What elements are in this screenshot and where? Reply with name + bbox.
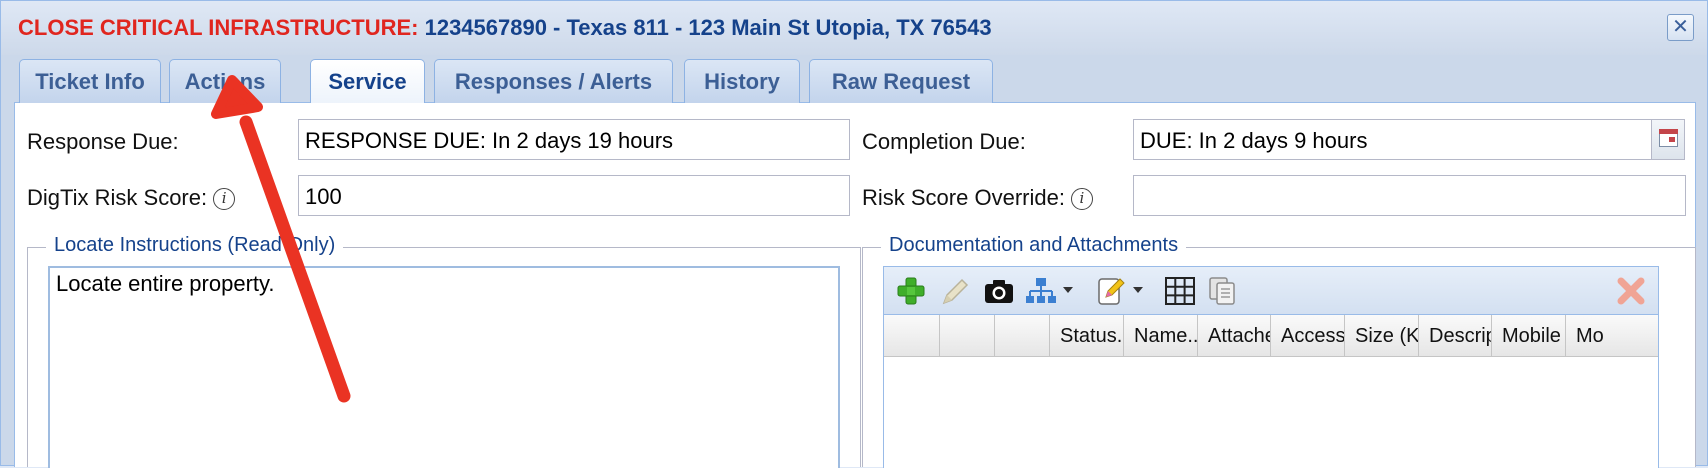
column-header-mo[interactable]: Mo [1566, 315, 1606, 357]
column-header[interactable] [884, 315, 940, 357]
column-header-access[interactable]: Access [1271, 315, 1345, 357]
column-header-description[interactable]: Descrip [1419, 315, 1492, 357]
attachments-grid-header: Status.. Name.. Attache Access Size (K D… [884, 315, 1658, 357]
risk-score-field[interactable]: 100 [298, 175, 850, 216]
grid-icon[interactable] [1163, 275, 1197, 307]
tab-actions[interactable]: Actions [169, 59, 281, 103]
completion-due-value: DUE: In 2 days 9 hours [1140, 128, 1368, 153]
risk-override-label: Risk Score Override: i [862, 185, 1093, 211]
info-icon[interactable]: i [1070, 188, 1093, 210]
documentation-fieldset: Documentation and Attachments Status.. N… [862, 234, 1696, 468]
column-header-name[interactable]: Name.. [1124, 315, 1198, 357]
column-header-mobile[interactable]: Mobile [1492, 315, 1566, 357]
documentation-legend: Documentation and Attachments [881, 234, 1187, 257]
calendar-icon [1659, 129, 1678, 147]
column-header[interactable] [940, 315, 995, 357]
copy-icon[interactable] [1206, 275, 1240, 307]
locate-instructions-textarea[interactable]: Locate entire property. [48, 266, 840, 468]
title-ticket-details: 1234567890 - Texas 811 - 123 Main St Uto… [424, 15, 992, 40]
attachments-toolbar [884, 267, 1658, 315]
close-icon[interactable]: ✕ [1667, 14, 1694, 41]
risk-score-label-text: DigTix Risk Score: [27, 185, 208, 210]
note-icon[interactable] [1093, 275, 1127, 307]
response-due-label: Response Due: [27, 129, 179, 154]
hierarchy-dropdown-caret[interactable] [1063, 287, 1073, 293]
window-title: CLOSE CRITICAL INFRASTRUCTURE: 123456789… [18, 15, 992, 41]
tab-ticket-info[interactable]: Ticket Info [19, 59, 161, 103]
completion-due-label: Completion Due: [862, 129, 1026, 154]
edit-icon[interactable] [938, 275, 972, 307]
risk-score-label: DigTix Risk Score: i [27, 185, 236, 211]
risk-override-label-text: Risk Score Override: [862, 185, 1065, 210]
risk-override-input[interactable] [1133, 175, 1686, 216]
add-icon[interactable] [894, 275, 928, 307]
note-dropdown-caret[interactable] [1133, 287, 1143, 293]
camera-icon[interactable] [982, 275, 1016, 307]
calendar-button[interactable] [1651, 120, 1684, 159]
info-icon[interactable]: i [213, 188, 236, 210]
column-header-status[interactable]: Status.. [1050, 315, 1124, 357]
completion-due-field[interactable]: DUE: In 2 days 9 hours [1133, 119, 1685, 160]
column-header[interactable] [995, 315, 1050, 357]
tab-raw-request[interactable]: Raw Request [809, 59, 993, 103]
tab-strip: Ticket Info Actions Service Responses / … [14, 59, 1696, 104]
title-alert: CLOSE CRITICAL INFRASTRUCTURE: [18, 15, 419, 40]
column-header-size[interactable]: Size (K [1345, 315, 1419, 357]
tab-service[interactable]: Service [310, 59, 425, 104]
column-header-attached[interactable]: Attache [1198, 315, 1271, 357]
delete-icon[interactable] [1614, 275, 1648, 307]
hierarchy-icon[interactable] [1024, 275, 1058, 307]
locate-instructions-legend: Locate Instructions (Read Only) [46, 234, 344, 257]
tab-history[interactable]: History [684, 59, 800, 103]
attachments-grid: Status.. Name.. Attache Access Size (K D… [883, 266, 1659, 468]
window-titlebar: CLOSE CRITICAL INFRASTRUCTURE: 123456789… [1, 1, 1707, 55]
tab-responses-alerts[interactable]: Responses / Alerts [434, 59, 673, 103]
service-panel: Response Due: RESPONSE DUE: In 2 days 19… [14, 103, 1696, 468]
ticket-window: CLOSE CRITICAL INFRASTRUCTURE: 123456789… [0, 0, 1708, 468]
response-due-field[interactable]: RESPONSE DUE: In 2 days 19 hours [298, 119, 850, 160]
locate-instructions-fieldset: Locate Instructions (Read Only) Locate e… [27, 234, 861, 468]
